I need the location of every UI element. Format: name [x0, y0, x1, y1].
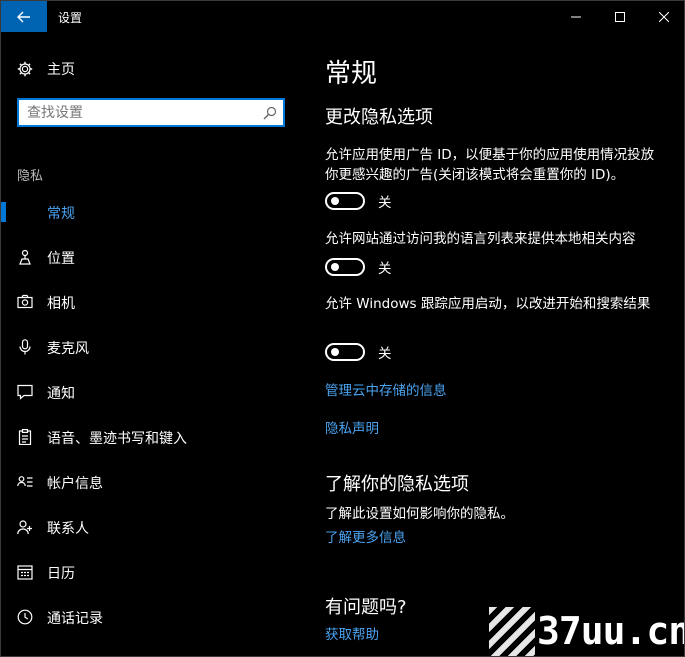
sidebar-item-camera[interactable]: 相机 — [1, 284, 301, 320]
page-title: 常规 — [325, 59, 378, 89]
get-help-link[interactable]: 获取帮助 — [325, 623, 379, 643]
search-icon[interactable] — [263, 105, 277, 120]
sidebar-item-general[interactable]: 常规 — [1, 194, 301, 230]
sidebar-item-label: 相机 — [47, 296, 75, 312]
location-icon — [17, 249, 33, 265]
sidebar-item-location[interactable]: 位置 — [1, 239, 301, 275]
camera-icon — [17, 294, 33, 310]
search-box[interactable] — [17, 98, 285, 127]
toggle-state-label: 关 — [378, 346, 392, 362]
sidebar-item-label: 通话记录 — [47, 611, 103, 627]
sidebar-item-label: 联系人 — [47, 521, 89, 537]
clipboard-icon — [17, 429, 33, 445]
manage-cloud-info-link[interactable]: 管理云中存储的信息 — [325, 379, 447, 399]
back-button[interactable] — [1, 1, 47, 32]
questions-heading: 有问题吗? — [325, 597, 407, 618]
title-bar: 设置 — [1, 1, 684, 32]
advertising-id-description: 允许应用使用广告 ID，以便基于你的应用使用情况投放你更感兴趣的广告(关闭该模式… — [325, 147, 655, 183]
gear-icon — [16, 60, 34, 78]
minimize-button[interactable] — [553, 1, 599, 32]
app-launch-tracking-description: 允许 Windows 跟踪应用启动，以改进开始和搜索结果 — [325, 296, 651, 312]
toggle-knob — [331, 197, 339, 205]
language-list-toggle-row[interactable]: 关 — [325, 256, 392, 278]
sidebar-item-label: 常规 — [47, 206, 75, 222]
home-nav-item[interactable]: 主页 — [16, 58, 75, 80]
window-title: 设置 — [58, 11, 83, 25]
sidebar-item-label: 帐户信息 — [47, 476, 103, 492]
sidebar-item-call-history[interactable]: 通话记录 — [1, 599, 301, 635]
watermark-text: 37uu.cn — [537, 609, 685, 653]
notification-icon — [17, 384, 33, 400]
sidebar-item-label: 日历 — [47, 566, 75, 582]
back-arrow-icon — [17, 11, 30, 22]
account-info-icon — [17, 474, 33, 490]
call-history-icon — [17, 609, 33, 625]
know-privacy-options-text: 了解此设置如何影响你的隐私。 — [325, 506, 514, 522]
site-watermark: 37uu.cn — [489, 607, 685, 656]
sidebar-item-microphone[interactable]: 麦克风 — [1, 329, 301, 365]
app-launch-tracking-toggle[interactable] — [325, 343, 365, 361]
sidebar-item-contacts[interactable]: 联系人 — [1, 509, 301, 545]
microphone-icon — [17, 339, 33, 355]
sidebar-item-label: 语音、墨迹书写和键入 — [47, 431, 187, 447]
toggle-knob — [331, 348, 339, 356]
language-list-toggle[interactable] — [325, 258, 365, 276]
minimize-icon — [571, 16, 581, 17]
close-icon — [659, 11, 669, 22]
sidebar-item-calendar[interactable]: 日历 — [1, 554, 301, 590]
privacy-statement-link[interactable]: 隐私声明 — [325, 417, 379, 437]
maximize-icon — [615, 11, 625, 22]
toggle-state-label: 关 — [378, 195, 392, 211]
change-privacy-options-heading: 更改隐私选项 — [325, 107, 433, 128]
advertising-id-toggle-row[interactable]: 关 — [325, 190, 392, 212]
toggle-knob — [331, 263, 339, 271]
search-input[interactable] — [27, 103, 263, 122]
close-button[interactable] — [641, 1, 684, 32]
app-launch-tracking-toggle-row[interactable]: 关 — [325, 341, 392, 363]
sidebar-item-notifications[interactable]: 通知 — [1, 374, 301, 410]
know-privacy-options-heading: 了解你的隐私选项 — [325, 474, 469, 495]
maximize-button[interactable] — [597, 1, 643, 32]
sidebar-item-label: 位置 — [47, 251, 75, 267]
language-list-description: 允许网站通过访问我的语言列表来提供本地相关内容 — [325, 231, 636, 247]
privacy-section-header: 隐私 — [17, 169, 44, 184]
watermark-stripes — [489, 607, 535, 656]
selection-indicator — [1, 202, 6, 222]
settings-window: 设置 主页 隐私 常规 — [0, 0, 685, 657]
toggle-state-label: 关 — [378, 261, 392, 277]
contacts-icon — [17, 519, 33, 535]
learn-more-link[interactable]: 了解更多信息 — [325, 526, 406, 546]
sidebar-item-label: 麦克风 — [47, 341, 89, 357]
sidebar-item-speech-inking-typing[interactable]: 语音、墨迹书写和键入 — [1, 419, 301, 455]
home-label: 主页 — [47, 62, 75, 78]
sidebar-item-account-info[interactable]: 帐户信息 — [1, 464, 301, 500]
advertising-id-toggle[interactable] — [325, 192, 365, 210]
calendar-icon — [17, 564, 33, 580]
sidebar-item-label: 通知 — [47, 386, 75, 402]
